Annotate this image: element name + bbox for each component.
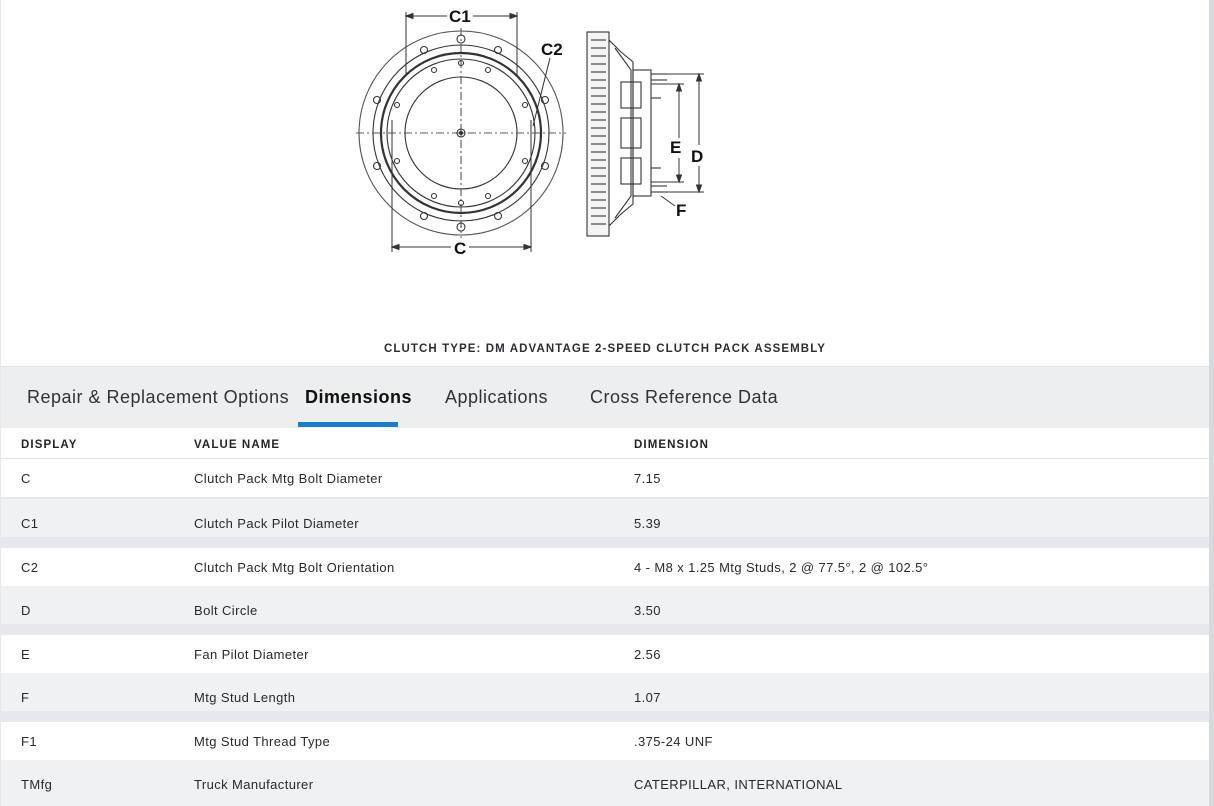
diagram-label-c: C (454, 239, 466, 258)
cell-dimension: .375-24 UNF (634, 734, 713, 749)
header-value-name: VALUE NAME (194, 439, 281, 451)
table-row: D Bolt Circle 3.50 (1, 586, 1209, 624)
active-tab-indicator (298, 422, 398, 427)
table-row: C1 Clutch Pack Pilot Diameter 5.39 (1, 499, 1209, 537)
cell-dimension: 2.56 (634, 647, 661, 662)
cell-display: C (21, 471, 31, 486)
diagram-label-c1: C1 (449, 7, 471, 26)
table-row: TMfg Truck Manufacturer CATERPILLAR, INT… (1, 760, 1209, 806)
table-row: C2 Clutch Pack Mtg Bolt Orientation 4 - … (1, 548, 1209, 586)
cell-display: F1 (21, 734, 37, 749)
cell-display: C2 (21, 560, 39, 575)
diagram-label-d: D (691, 147, 703, 166)
dimensions-table: DISPLAY VALUE NAME DIMENSION C Clutch Pa… (1, 428, 1209, 806)
diagram-panel: C1 C2 C E D F CLUTCH TYPE: DM ADVANTAGE … (1, 0, 1209, 366)
diagram-label-c2: C2 (541, 40, 563, 59)
cell-value-name: Clutch Pack Mtg Bolt Orientation (194, 560, 395, 575)
cell-dimension: 1.07 (634, 690, 661, 705)
diagram-label-f: F (676, 201, 686, 220)
cell-value-name: Fan Pilot Diameter (194, 647, 309, 662)
page: C1 C2 C E D F CLUTCH TYPE: DM ADVANTAGE … (0, 0, 1214, 806)
table-row: E Fan Pilot Diameter 2.56 (1, 635, 1209, 673)
cell-dimension: 5.39 (634, 516, 661, 531)
cell-value-name: Bolt Circle (194, 603, 258, 618)
cell-value-name: Clutch Pack Mtg Bolt Diameter (194, 471, 383, 486)
header-display: DISPLAY (21, 439, 78, 451)
table-row: C Clutch Pack Mtg Bolt Diameter 7.15 (1, 459, 1209, 497)
cell-display: C1 (21, 516, 39, 531)
tab-cross-reference-data[interactable]: Cross Reference Data (590, 367, 778, 429)
clutch-diagram: C1 C2 C E D F (356, 7, 704, 258)
cell-value-name: Truck Manufacturer (194, 777, 314, 792)
table-header: DISPLAY VALUE NAME DIMENSION (1, 428, 1209, 459)
table-row: F Mtg Stud Length 1.07 (1, 673, 1209, 711)
cell-dimension: 4 - M8 x 1.25 Mtg Studs, 2 @ 77.5°, 2 @ … (634, 560, 929, 575)
cell-display: D (21, 603, 31, 618)
tab-applications[interactable]: Applications (445, 367, 548, 429)
page-edge (1209, 0, 1214, 806)
cell-value-name: Mtg Stud Length (194, 690, 296, 705)
clutch-type-caption: CLUTCH TYPE: DM ADVANTAGE 2-SPEED CLUTCH… (383, 343, 827, 355)
tab-bar: Repair & Replacement Options Dimensions … (1, 366, 1209, 428)
cell-display: F (21, 690, 30, 705)
diagram-label-e: E (670, 138, 681, 157)
cell-value-name: Clutch Pack Pilot Diameter (194, 516, 360, 531)
header-dimension: DIMENSION (634, 439, 710, 451)
cell-display: E (21, 647, 31, 662)
table-row: F1 Mtg Stud Thread Type .375-24 UNF (1, 722, 1209, 760)
cell-dimension: 7.15 (634, 471, 661, 486)
cell-display: TMfg (21, 777, 53, 792)
tab-dimensions[interactable]: Dimensions (305, 367, 412, 429)
cell-dimension: 3.50 (634, 603, 661, 618)
cell-dimension: CATERPILLAR, INTERNATIONAL (634, 777, 843, 792)
cell-value-name: Mtg Stud Thread Type (194, 734, 331, 749)
tab-repair-replacement-options[interactable]: Repair & Replacement Options (27, 367, 289, 429)
